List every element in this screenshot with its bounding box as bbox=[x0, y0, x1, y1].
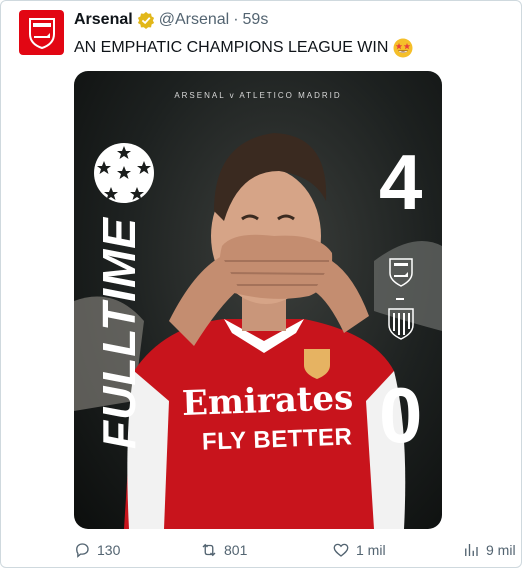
tweet-body: AN EMPHATIC CHAMPIONS LEAGUE WIN bbox=[74, 39, 389, 56]
tweet-card[interactable]: Arsenal @Arsenal · 59s AN EMPHATIC CHAMP… bbox=[0, 0, 522, 568]
away-score: 0 bbox=[379, 371, 423, 459]
like-icon bbox=[333, 543, 349, 557]
home-score: 4 bbox=[379, 138, 423, 226]
shirt-tagline: FLY BETTER bbox=[201, 423, 353, 456]
champions-league-starball-icon bbox=[94, 143, 154, 203]
repost-count: 801 bbox=[224, 542, 248, 558]
like-button[interactable]: 1 mil bbox=[332, 541, 386, 559]
tweet-media-image[interactable]: ARSENAL v ATLETICO MADRID FULLTIME 4 0 E… bbox=[74, 71, 442, 529]
match-title: ARSENAL v ATLETICO MADRID bbox=[174, 91, 342, 100]
shirt-sponsor: Emirates bbox=[181, 378, 354, 424]
avatar[interactable] bbox=[19, 10, 64, 55]
reply-icon bbox=[76, 543, 89, 558]
author-name[interactable]: Arsenal bbox=[74, 11, 133, 29]
reply-button[interactable]: 130 bbox=[73, 541, 120, 559]
like-count: 1 mil bbox=[356, 542, 386, 558]
verified-badge-icon bbox=[137, 11, 154, 29]
fulltime-label: FULLTIME bbox=[93, 217, 145, 449]
arsenal-avatar-crest-icon bbox=[28, 17, 55, 49]
repost-button[interactable]: 801 bbox=[200, 541, 247, 559]
views-button[interactable]: 9 mil bbox=[462, 541, 516, 559]
view-count: 9 mil bbox=[486, 542, 516, 558]
repost-icon bbox=[202, 543, 216, 557]
tweet-text: AN EMPHATIC CHAMPIONS LEAGUE WIN bbox=[74, 38, 413, 58]
tweet-actions: 130 801 1 mil 9 mil bbox=[1, 541, 521, 571]
timestamp[interactable]: 59s bbox=[243, 11, 269, 29]
star-struck-emoji-icon bbox=[393, 38, 413, 58]
reply-count: 130 bbox=[97, 542, 121, 558]
author-handle[interactable]: @Arsenal bbox=[159, 11, 230, 29]
tweet-header: Arsenal @Arsenal · 59s bbox=[74, 11, 268, 29]
separator: · bbox=[233, 11, 239, 28]
crest-separator bbox=[396, 298, 404, 300]
views-icon bbox=[465, 544, 478, 556]
